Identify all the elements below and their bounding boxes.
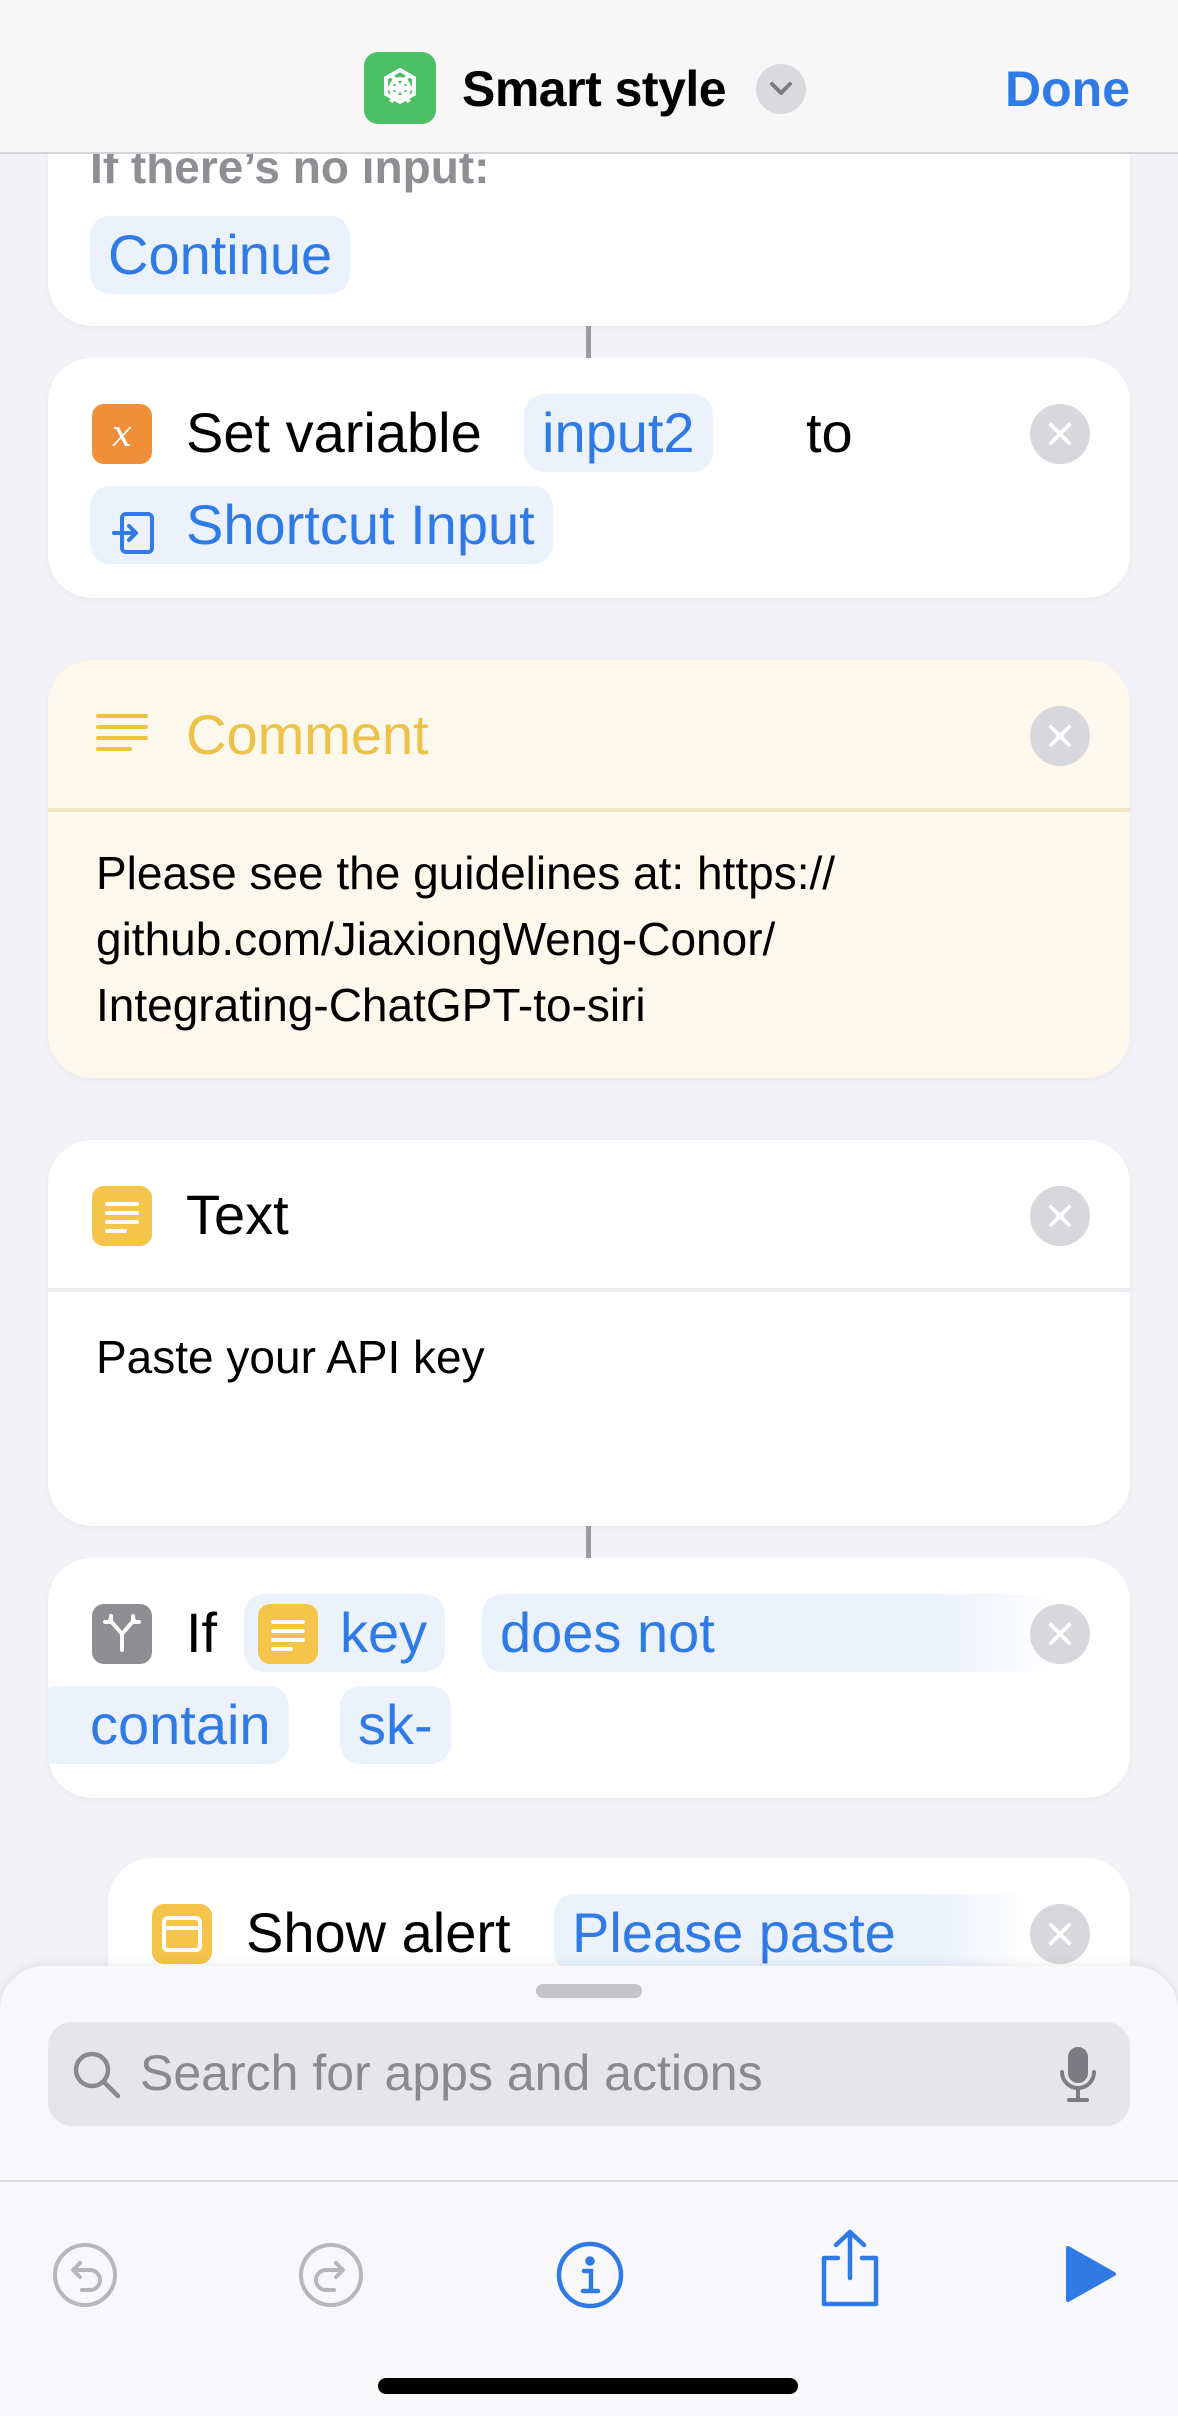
key-variable-token[interactable]: key — [244, 1594, 446, 1672]
shortcut-input-icon — [110, 500, 160, 578]
close-icon[interactable] — [1030, 706, 1090, 766]
to-label: to — [806, 401, 853, 464]
alert-message-token[interactable]: Please paste — [554, 1894, 1030, 1972]
condition-value-token[interactable]: sk- — [340, 1686, 451, 1764]
condition-token[interactable]: does not — [482, 1594, 1056, 1672]
done-button[interactable]: Done — [1005, 60, 1130, 118]
close-icon[interactable] — [1030, 1186, 1090, 1246]
continue-token[interactable]: Continue — [90, 216, 351, 294]
svg-text:x: x — [112, 414, 132, 455]
search-bar[interactable]: Search for apps and actions — [48, 2022, 1130, 2126]
close-icon[interactable] — [1030, 1904, 1090, 1964]
undo-icon[interactable] — [52, 2242, 118, 2313]
info-icon[interactable] — [555, 2240, 625, 2315]
connector-line — [586, 1526, 591, 1558]
comment-title: Comment — [186, 703, 429, 766]
shortcut-title[interactable]: Smart style — [462, 60, 727, 118]
comment-lines-icon — [96, 712, 148, 761]
set-variable-title: Set variable — [186, 401, 482, 464]
comment-action[interactable]: Comment Please see the guidelines at: ht… — [48, 660, 1130, 1078]
close-icon[interactable] — [1030, 404, 1090, 464]
redo-icon[interactable] — [298, 2242, 364, 2313]
variable-name-token[interactable]: input2 — [524, 394, 713, 472]
key-variable-label: key — [340, 1601, 428, 1664]
comment-body[interactable]: Please see the guidelines at: https:// g… — [96, 840, 835, 1038]
action-search-sheet: Search for apps and actions — [0, 1966, 1178, 2416]
text-body-field[interactable]: Paste your API key — [96, 1330, 485, 1384]
if-keyword: If — [186, 1601, 218, 1664]
play-icon[interactable] — [1064, 2244, 1118, 2309]
show-alert-title: Show alert — [246, 1901, 511, 1964]
divider — [48, 808, 1130, 812]
comment-line: Integrating-ChatGPT-to-siri — [96, 979, 646, 1031]
connector-line — [586, 326, 591, 358]
sheet-grabber[interactable] — [536, 1984, 642, 1998]
text-title: Text — [186, 1183, 289, 1246]
set-variable-action[interactable]: x Set variable input2 to Shortcut Input — [48, 358, 1130, 598]
search-icon — [70, 2048, 124, 2107]
alert-window-icon — [152, 1904, 212, 1964]
condition-token-continued[interactable]: contain — [48, 1686, 289, 1764]
home-indicator[interactable] — [378, 2378, 798, 2394]
shortcut-input-label: Shortcut Input — [186, 493, 535, 556]
shortcut-input-token[interactable]: Shortcut Input — [90, 486, 553, 564]
text-action[interactable]: Text Paste your API key — [48, 1140, 1130, 1526]
if-action[interactable]: If key does not contain sk- — [48, 1558, 1130, 1798]
text-icon — [92, 1186, 152, 1246]
microphone-icon[interactable] — [1058, 2046, 1098, 2109]
chatgpt-app-icon[interactable] — [364, 52, 436, 124]
share-icon[interactable] — [818, 2226, 882, 2315]
navigation-header: Smart style Done — [0, 0, 1178, 154]
if-branch-icon — [92, 1604, 152, 1664]
comment-line: Please see the guidelines at: https:// — [96, 847, 836, 899]
close-icon[interactable] — [1030, 1604, 1090, 1664]
comment-line: github.com/JiaxiongWeng-Conor/ — [96, 913, 776, 965]
chevron-down-icon[interactable] — [756, 64, 806, 114]
search-input[interactable]: Search for apps and actions — [140, 2044, 763, 2102]
variable-x-icon: x — [92, 404, 152, 464]
text-icon — [258, 1604, 318, 1664]
divider — [48, 1288, 1130, 1292]
